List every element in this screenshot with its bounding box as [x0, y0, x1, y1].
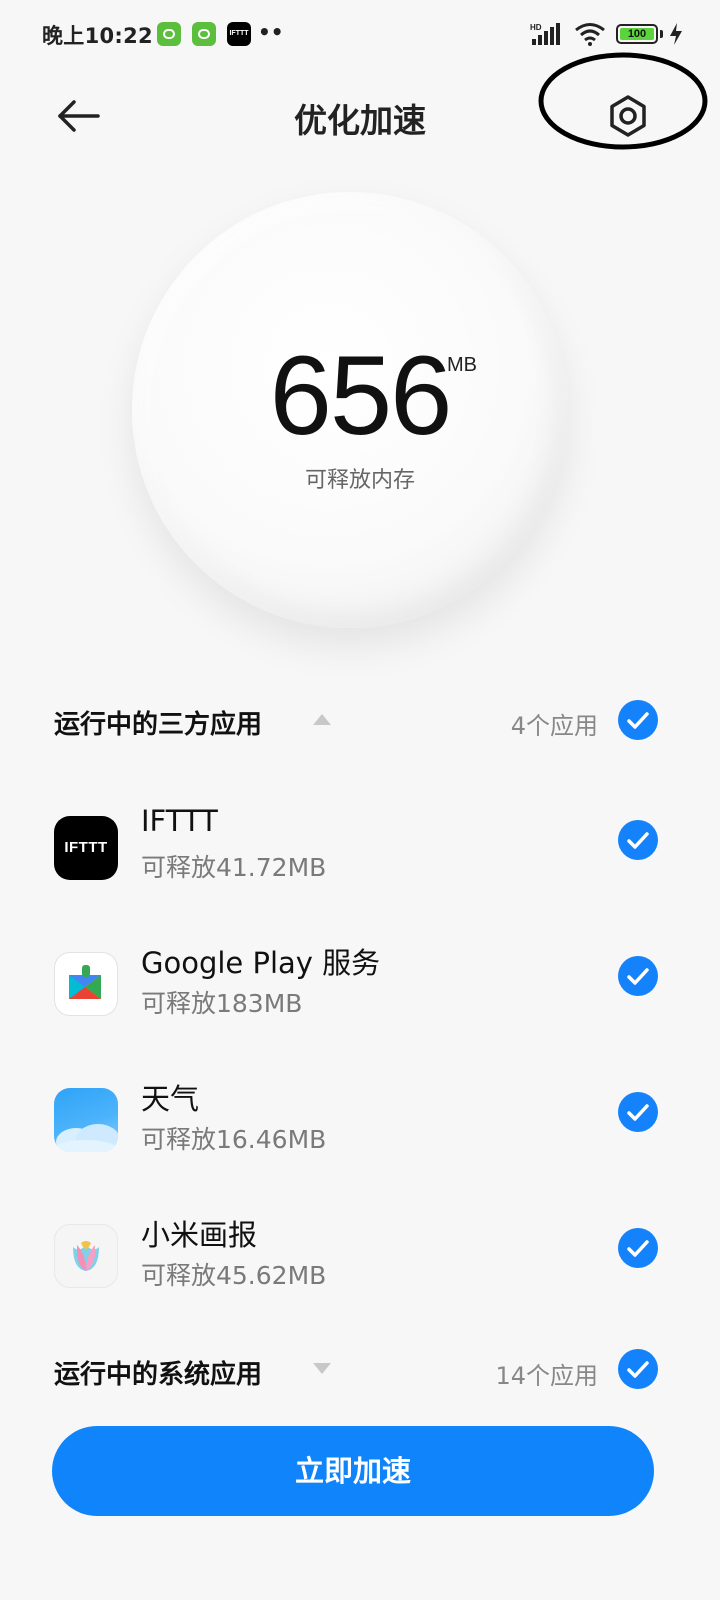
status-time: 晚上10:22 [42, 24, 153, 48]
ifttt-icon: IFTTT [54, 816, 118, 880]
app-checkbox[interactable] [618, 820, 658, 860]
signal-hd-label: HD [530, 23, 542, 32]
app-checkbox[interactable] [618, 956, 658, 996]
section-title: 运行中的系统应用 [54, 1360, 263, 1390]
select-all-system-checkbox[interactable] [618, 1349, 658, 1389]
select-all-third-party-checkbox[interactable] [618, 700, 658, 740]
third-party-section-header[interactable]: 运行中的三方应用 4个应用 [0, 690, 720, 750]
checkmark-icon [627, 1104, 649, 1121]
app-green-icon [157, 22, 181, 46]
app-releasable: 可释放16.46MB [141, 1125, 327, 1154]
system-section-header[interactable]: 运行中的系统应用 14个应用 [0, 1340, 720, 1400]
wifi-icon [575, 23, 605, 46]
releasable-memory-unit: MB [447, 354, 477, 376]
weather-icon [54, 1088, 118, 1152]
ifttt-icon: IFTTT [227, 22, 251, 46]
app-releasable: 可释放45.62MB [141, 1261, 327, 1290]
app-name: Google Play 服务 [141, 946, 381, 980]
charging-bolt-icon [670, 23, 682, 45]
checkmark-icon [627, 832, 649, 849]
app-row-ifttt[interactable]: IFTTT IFTTT 可释放41.72MB [0, 804, 720, 924]
app-row-mi-wallpaper-carousel[interactable]: 小米画报 可释放45.62MB [0, 1212, 720, 1332]
releasable-memory-value: 656 [269, 333, 453, 458]
section-app-count: 14个应用 [495, 1362, 598, 1390]
mi-wallpaper-carousel-icon [54, 1224, 118, 1288]
app-name: 天气 [141, 1082, 200, 1116]
section-title: 运行中的三方应用 [54, 710, 263, 740]
google-play-services-icon [54, 952, 118, 1016]
expand-arrow-icon[interactable] [313, 1363, 331, 1374]
checkmark-icon [627, 1361, 649, 1378]
checkmark-icon [627, 1240, 649, 1257]
app-name: IFTTT [141, 804, 218, 838]
app-row-google-play-services[interactable]: Google Play 服务 可释放183MB [0, 940, 720, 1060]
more-notifications-icon: •• [258, 20, 284, 44]
battery-tip [660, 30, 663, 38]
section-app-count: 4个应用 [510, 712, 598, 740]
app-releasable: 可释放41.72MB [141, 853, 327, 882]
app-releasable: 可释放183MB [141, 989, 303, 1018]
releasable-memory-label: 可释放内存 [304, 468, 415, 493]
annotation-ellipse [538, 52, 708, 150]
checkmark-icon [627, 968, 649, 985]
checkmark-icon [627, 712, 649, 729]
app-checkbox[interactable] [618, 1092, 658, 1132]
battery-icon: 100 [616, 24, 658, 44]
app-name: 小米画报 [141, 1218, 258, 1252]
signal-icon: HD [530, 23, 560, 45]
collapse-arrow-icon[interactable] [313, 714, 331, 725]
app-row-weather[interactable]: 天气 可释放16.46MB [0, 1076, 720, 1196]
app-checkbox[interactable] [618, 1228, 658, 1268]
app-green-icon [192, 22, 216, 46]
battery-level: 100 [627, 28, 647, 40]
boost-now-button[interactable]: 立即加速 [52, 1426, 654, 1516]
